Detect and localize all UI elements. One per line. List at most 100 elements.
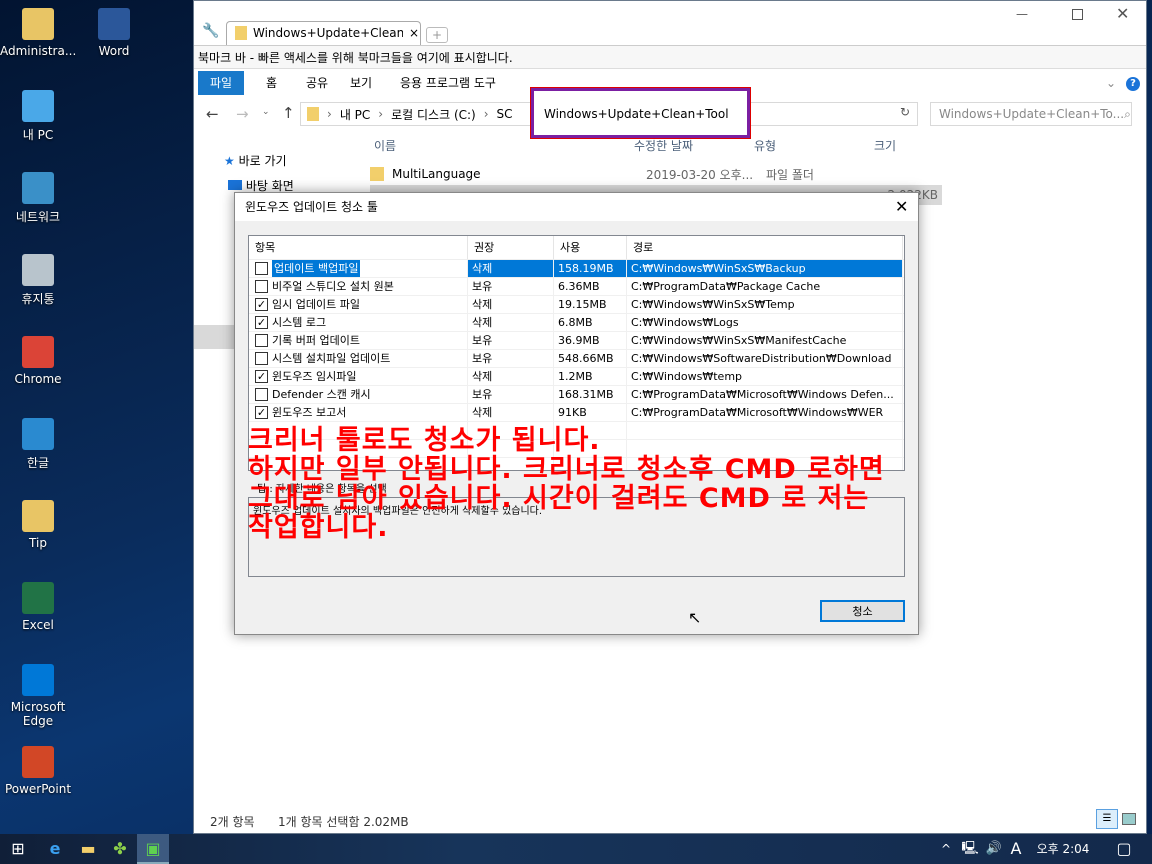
clean-button[interactable]: 청소 [820,600,905,622]
ime-indicator[interactable]: A [1000,834,1032,864]
list-item[interactable]: 시스템 설치파일 업데이트 보유 548.66MB C:₩Windows₩Sof… [249,350,904,368]
chrome-icon [22,336,54,368]
desktop-icon-word[interactable]: Word [76,8,152,58]
desktop-icon-network[interactable]: 네트워크 [0,172,76,225]
header-path[interactable]: 경로 [627,236,903,259]
list-item[interactable]: ✓ 윈도우즈 보고서 삭제 91KB C:₩ProgramData₩Microso… [249,404,904,422]
details-view-button[interactable]: ☰ [1096,809,1118,829]
ribbon-tab[interactable]: 공유 [294,71,340,95]
ribbon-tab[interactable]: 파일 [198,71,245,95]
up-button[interactable]: ↑ [282,104,295,122]
annotation-text: 크리너 툴로도 청소가 됩니다. 하지만 일부 안됩니다. 크리너로 청소후 CM… [248,426,885,542]
close-button[interactable]: ✕ [1116,4,1129,23]
list-item[interactable]: ✓ 업데이트 백업파일 삭제 158.19MB C:₩Windows₩WinSxS… [249,260,904,278]
status-selection: 1개 항목 선택함 2.02MB [278,815,409,829]
dialog-title-bar: 윈도우즈 업데이트 청소 툴 [235,193,918,221]
close-tab-icon[interactable]: × [409,22,419,45]
list-item[interactable]: ✓ 윈도우즈 임시파일 삭제 1.2MB C:₩Windows₩temp [249,368,904,386]
action-center-icon[interactable]: ▢ [1108,834,1140,864]
list-item[interactable]: Defender 스캔 캐시 보유 168.31MB C:₩ProgramDat… [249,386,904,404]
cleanup-tool-dialog: 윈도우즈 업데이트 청소 툴 ✕ 항목 권장 사용 경로 ✓ 업데이트 백업파일 … [234,192,919,635]
list-header: 항목 권장 사용 경로 [249,236,904,260]
desktop-icon-hangul[interactable]: 한글 [0,418,76,471]
clover-taskbar-icon[interactable]: ✤ [104,834,136,864]
checkbox-checked[interactable]: ✓ [255,370,268,383]
checkbox-checked[interactable]: ✓ [255,262,268,275]
annotation-line: 크리너 툴로도 청소가 됩니다. [248,425,601,456]
powerpoint-icon [22,746,54,778]
list-item[interactable]: ✓ 임시 업데이트 파일 삭제 19.15MB C:₩Windows₩WinSxS… [249,296,904,314]
column-date[interactable]: 수정한 날짜 [634,137,693,154]
new-tab-button[interactable]: + [426,27,448,43]
desktop-icon-user-folder[interactable]: Administra... [0,8,76,58]
desktop-icon-chrome[interactable]: Chrome [0,336,76,386]
ribbon-tab[interactable]: 응용 프로그램 도구 [388,71,508,95]
hangul-icon [22,418,54,450]
checkbox-unchecked[interactable] [255,388,268,401]
bookmark-bar: 북마크 바 - 빠른 액세스를 위해 북마크들을 여기에 표시합니다. [194,45,1146,69]
annotation-line: 작업합니다. [248,512,389,543]
annotation-line: 그대로 남아 있습니다. 시간이 걸려도 CMD 로 저는 [248,483,870,514]
nav-this-pc-selected[interactable] [194,325,234,349]
desktop-icon-recycle-bin[interactable]: 휴지통 [0,254,76,307]
file-explorer-taskbar-icon[interactable]: ▬ [72,834,104,864]
edge-icon [22,664,54,696]
browser-tab[interactable]: Windows+Update+Clean+Tool × [226,21,421,45]
clock[interactable]: 오후 2:04 [1030,834,1096,864]
header-item[interactable]: 항목 [249,236,468,259]
computer-icon [22,90,54,122]
checkbox-unchecked[interactable] [255,280,268,293]
checkbox-unchecked[interactable] [255,352,268,365]
current-folder-highlight[interactable]: Windows+Update+Clean+Tool [530,87,751,139]
dialog-close-button[interactable]: ✕ [895,197,908,216]
ribbon-tab[interactable]: 홈 [254,71,289,95]
search-input[interactable]: Windows+Update+Clean+To... ⌕ [930,102,1132,126]
desktop-icon-excel[interactable]: Excel [0,582,76,632]
desktop-icon-computer[interactable]: 내 PC [0,90,76,143]
header-size[interactable]: 사용 [554,236,627,259]
back-button[interactable]: ← [206,105,219,123]
help-icon[interactable]: ? [1126,77,1140,91]
status-item-count: 2개 항목 [210,815,255,829]
word-icon [98,8,130,40]
header-recommend[interactable]: 권장 [468,236,554,259]
ribbon-tab[interactable]: 보기 [338,71,384,95]
column-size[interactable]: 크기 [874,137,896,154]
breadcrumb-item[interactable]: 로컬 디스크 (C:) [391,106,476,123]
checkbox-unchecked[interactable] [255,334,268,347]
mouse-cursor-icon: ↖ [688,608,702,627]
folder-icon [370,167,384,181]
desktop-icon-folder[interactable]: Tip [0,500,76,550]
checkbox-checked[interactable]: ✓ [255,298,268,311]
checkbox-checked[interactable]: ✓ [255,406,268,419]
excel-icon [22,582,54,614]
list-item[interactable]: ✓ 시스템 로그 삭제 6.8MB C:₩Windows₩Logs [249,314,904,332]
breadcrumb-item[interactable]: 내 PC [340,106,370,123]
recent-dropdown-icon[interactable]: ⌄ [262,107,270,117]
checkbox-checked[interactable]: ✓ [255,316,268,329]
user-folder-icon [22,8,54,40]
column-name[interactable]: 이름 [374,137,396,154]
breadcrumb-item[interactable]: SC [497,107,513,121]
edge-taskbar-icon[interactable]: e [39,834,71,864]
maximize-button[interactable] [1072,9,1083,20]
desktop-icon-edge[interactable]: Microsoft Edge [0,664,76,728]
folder-icon [307,107,319,121]
desktop-icon-powerpoint[interactable]: PowerPoint [0,746,76,796]
search-icon: ⌕ [1124,107,1131,121]
cleanup-tool-taskbar-icon[interactable]: ▣ [137,834,169,864]
refresh-button[interactable]: ↻ [900,105,910,119]
list-item[interactable]: 기록 버퍼 업데이트 보유 36.9MB C:₩Windows₩WinSxS₩M… [249,332,904,350]
file-row[interactable]: MultiLanguage 2019-03-20 오후... 파일 폴더 [370,164,940,184]
annotation-line: 하지만 일부 안됩니다. 크리너로 청소후 CMD 로하면 [248,454,885,485]
wrench-icon[interactable]: 🔧 [202,23,219,39]
nav-quick-access[interactable]: ★ 바로 가기 [224,152,287,169]
start-button[interactable]: ⊞ [2,834,34,864]
list-item[interactable]: 비주얼 스튜디오 설치 원본 보유 6.36MB C:₩ProgramData₩… [249,278,904,296]
desktop-icon [228,180,242,190]
thumbnail-view-button[interactable] [1122,813,1136,825]
column-type[interactable]: 유형 [754,137,776,154]
minimize-button[interactable]: — [1016,7,1028,21]
ribbon-expand-icon[interactable]: ⌄ [1106,76,1116,90]
forward-button[interactable]: → [236,105,249,123]
